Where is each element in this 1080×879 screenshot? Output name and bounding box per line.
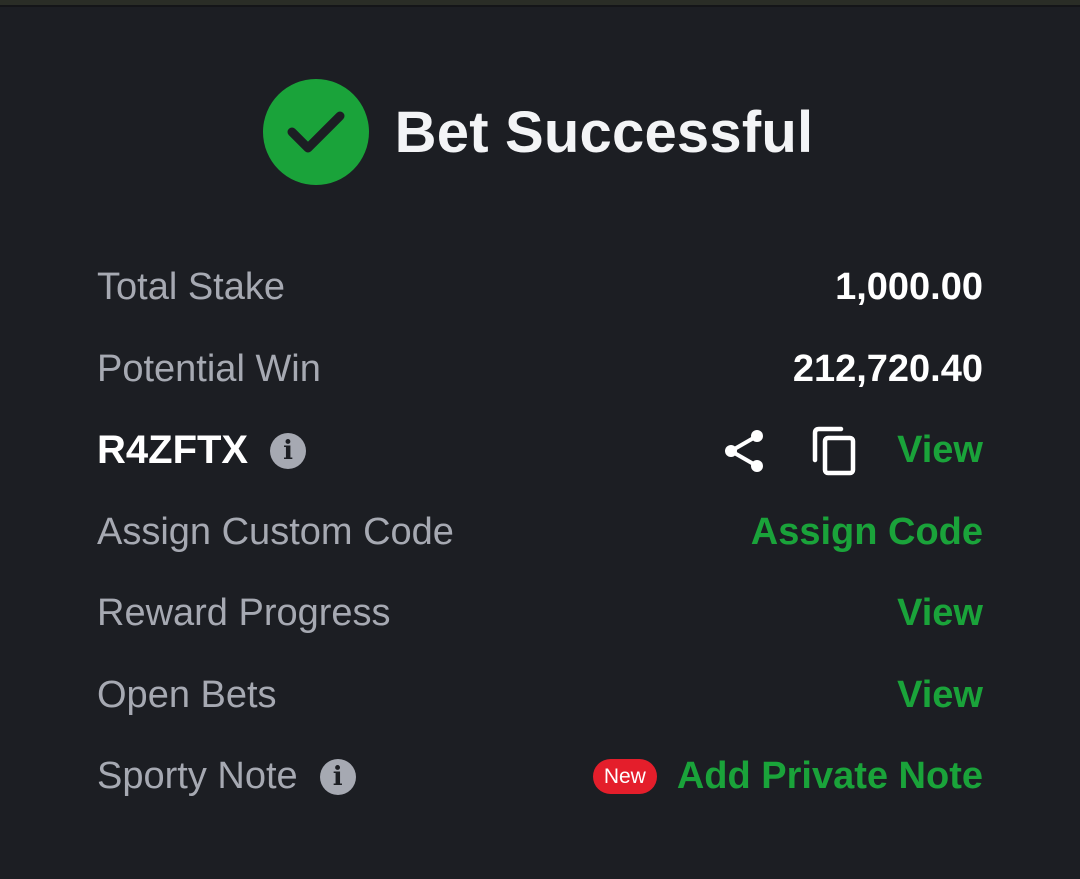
- sporty-note-actions: New Add Private Note: [592, 755, 983, 798]
- sporty-note-group: Sporty Note i: [97, 755, 356, 798]
- reward-progress-row: Reward Progress View: [97, 573, 983, 655]
- total-stake-value: 1,000.00: [835, 266, 983, 309]
- add-private-note-link[interactable]: Add Private Note: [677, 755, 983, 798]
- assign-code-link[interactable]: Assign Code: [751, 511, 983, 554]
- booking-code-group: R4ZFTX i: [97, 428, 307, 473]
- sporty-note-row: Sporty Note i New Add Private Note: [97, 736, 983, 818]
- open-bets-label: Open Bets: [97, 673, 277, 716]
- view-booking-link[interactable]: View: [897, 429, 983, 472]
- booking-actions: View: [723, 426, 983, 476]
- check-circle-icon: [262, 79, 369, 185]
- share-icon[interactable]: [723, 428, 767, 474]
- view-open-bets-link[interactable]: View: [897, 674, 983, 717]
- total-stake-label: Total Stake: [97, 266, 285, 309]
- bet-success-header: Bet Successful: [0, 76, 1080, 188]
- bet-details: Total Stake 1,000.00 Potential Win 212,7…: [97, 247, 983, 818]
- custom-code-label: Assign Custom Code: [97, 510, 454, 553]
- top-image-strip: [0, 0, 1080, 7]
- booking-code-row: R4ZFTX i View: [97, 410, 983, 492]
- potential-win-label: Potential Win: [97, 347, 321, 390]
- new-badge: New: [592, 759, 657, 795]
- page-title: Bet Successful: [394, 99, 814, 165]
- view-reward-link[interactable]: View: [897, 592, 983, 635]
- info-icon[interactable]: i: [319, 758, 356, 795]
- sporty-note-label: Sporty Note: [97, 755, 298, 798]
- copy-icon[interactable]: [811, 426, 857, 476]
- potential-win-value: 212,720.40: [792, 347, 983, 390]
- reward-progress-label: Reward Progress: [97, 592, 391, 635]
- custom-code-row: Assign Custom Code Assign Code: [97, 492, 983, 574]
- info-icon[interactable]: i: [270, 432, 307, 469]
- booking-code: R4ZFTX: [97, 428, 249, 473]
- total-stake-row: Total Stake 1,000.00: [97, 247, 983, 329]
- potential-win-row: Potential Win 212,720.40: [97, 329, 983, 411]
- open-bets-row: Open Bets View: [97, 655, 983, 737]
